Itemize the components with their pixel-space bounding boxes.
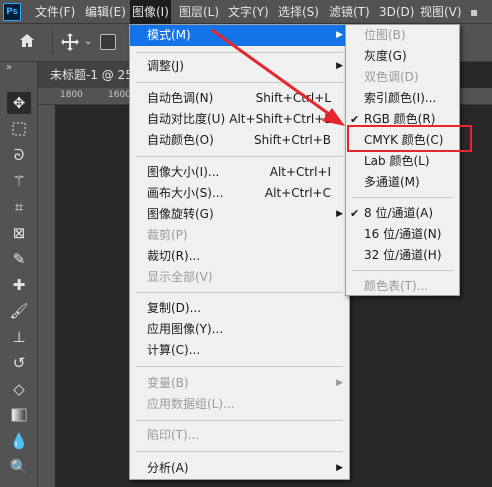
menu-item-mode[interactable]: 模式(M) ▶ xyxy=(130,25,349,46)
menu-item-calculations[interactable]: 计算(C)... xyxy=(130,340,349,361)
ruler-tick: 1800 xyxy=(60,90,83,100)
menu-type[interactable]: 文字(Y) xyxy=(228,0,269,24)
mode-item-duotone: 双色调(D) xyxy=(364,70,419,84)
menu-layer[interactable]: 图层(L) xyxy=(179,0,219,24)
gradient-tool-icon[interactable] xyxy=(7,404,31,426)
home-icon[interactable] xyxy=(18,32,36,53)
menu-item-crop: 裁剪(P) xyxy=(147,228,188,242)
mode-item-indexed-color[interactable]: 索引颜色(I)... xyxy=(346,88,459,109)
history-brush-icon[interactable]: ↺ xyxy=(7,352,31,374)
menu-item-variables: 变量(B) ▶ xyxy=(130,373,349,394)
marquee-tool-icon[interactable] xyxy=(7,118,31,140)
mode-item-16bit[interactable]: 16 位/通道(N) xyxy=(346,224,459,245)
menu-item-adjust[interactable]: 调整(J) ▶ xyxy=(130,56,349,77)
separator xyxy=(136,420,343,421)
menu-select[interactable]: 选择(S) xyxy=(278,0,319,24)
menu-edit[interactable]: 编辑(E) xyxy=(85,0,126,24)
submenu-arrow-icon: ▶ xyxy=(336,463,343,473)
annotation-highlight-box xyxy=(347,125,472,152)
menu-item-trim[interactable]: 裁切(R)... xyxy=(130,246,349,267)
submenu-arrow-icon: ▶ xyxy=(336,30,343,40)
submenu-arrow-icon: ▶ xyxy=(336,378,343,388)
separator xyxy=(352,197,453,198)
separator xyxy=(136,156,343,157)
menu-item-apply-image[interactable]: 应用图像(Y)... xyxy=(130,319,349,340)
divider xyxy=(52,30,53,54)
photoshop-logo: Ps xyxy=(3,3,21,21)
menu-item-duplicate[interactable]: 复制(D)... xyxy=(130,298,349,319)
chevron-down-icon[interactable]: ⌄ xyxy=(84,36,92,47)
separator xyxy=(136,451,343,452)
move-tool-icon[interactable]: ✥ xyxy=(7,92,31,114)
lasso-tool-icon[interactable]: ᘐ xyxy=(7,144,31,166)
brush-tool-icon[interactable]: 🖌 xyxy=(7,300,31,322)
menu-filter[interactable]: 滤镜(T) xyxy=(329,0,370,24)
move-tool-icon[interactable] xyxy=(60,32,80,55)
menu-view[interactable]: 视图(V) xyxy=(420,0,462,24)
collapse-panel-icon[interactable]: » xyxy=(6,62,12,73)
menu-item-apply-data-set: 应用数据组(L)... xyxy=(147,397,235,411)
menu-item-reveal-all: 显示全部(V) xyxy=(147,270,213,284)
menu-item-image-size[interactable]: 图像大小(I)... Alt+Ctrl+I xyxy=(130,162,349,183)
healing-brush-icon[interactable]: ✚ xyxy=(7,274,31,296)
separator xyxy=(136,82,343,83)
vertical-ruler xyxy=(38,105,55,487)
dodge-tool-icon[interactable]: 🔍 xyxy=(7,456,31,478)
menu-item-auto-tone[interactable]: 自动色调(N) Shift+Ctrl+L xyxy=(130,88,349,109)
eraser-icon[interactable]: ◇ xyxy=(7,378,31,400)
mode-item-grayscale[interactable]: 灰度(G) xyxy=(346,46,459,67)
mode-submenu: 位图(B) 灰度(G) 双色调(D) 索引颜色(I)... ✔ RGB 颜色(R)… xyxy=(345,24,460,296)
ruler-tick: 1600 xyxy=(108,90,131,100)
magic-wand-icon[interactable]: ⚚ xyxy=(7,170,31,192)
blur-tool-icon[interactable]: 💧 xyxy=(7,430,31,452)
image-menu-dropdown: 模式(M) ▶ 调整(J) ▶ 自动色调(N) Shift+Ctrl+L 自动对比度(… xyxy=(129,24,350,480)
menu-item-auto-color[interactable]: 自动颜色(O) Shift+Ctrl+B xyxy=(130,130,349,151)
crop-tool-icon[interactable]: ⌗ xyxy=(7,196,31,218)
frame-tool-icon[interactable]: ⊠ xyxy=(7,222,31,244)
mode-item-bitmap: 位图(B) xyxy=(364,28,406,42)
mode-item-color-table: 颜色表(T)... xyxy=(364,279,429,293)
menu-item-auto-contrast[interactable]: 自动对比度(U) Alt+Shift+Ctrl+L xyxy=(130,109,349,130)
menu-item-image-rotation[interactable]: 图像旋转(G) ▶ xyxy=(130,204,349,225)
submenu-arrow-icon: ▶ xyxy=(336,209,343,219)
separator xyxy=(136,366,343,367)
mode-item-multichannel[interactable]: 多通道(M) xyxy=(346,172,459,193)
menu-item-analysis[interactable]: 分析(A) ▶ xyxy=(130,458,349,479)
menu-overflow[interactable]: ▪ xyxy=(470,0,478,24)
menu-image[interactable]: 图像(I) xyxy=(130,0,171,24)
menu-file[interactable]: 文件(F) xyxy=(35,0,75,24)
checkmark-icon: ✔ xyxy=(350,207,360,220)
auto-select-checkbox[interactable] xyxy=(100,34,116,50)
mode-item-32bit[interactable]: 32 位/通道(H) xyxy=(346,245,459,266)
separator xyxy=(352,270,453,271)
clone-stamp-icon[interactable]: ⊥ xyxy=(7,326,31,348)
eyedropper-icon[interactable]: ✎ xyxy=(7,248,31,270)
separator xyxy=(136,292,343,293)
separator xyxy=(136,52,343,53)
tools-panel: » ✥ ᘐ ⚚ ⌗ ⊠ ✎ ✚ 🖌 ⊥ ↺ ◇ 💧 🔍 xyxy=(0,62,38,487)
document-tab[interactable]: 未标题-1 @ 25 xyxy=(38,62,130,88)
submenu-arrow-icon: ▶ xyxy=(336,61,343,71)
mode-item-8bit[interactable]: ✔ 8 位/通道(A) xyxy=(346,203,459,224)
menu-item-canvas-size[interactable]: 画布大小(S)... Alt+Ctrl+C xyxy=(130,183,349,204)
menu-item-trap: 陷印(T)... xyxy=(147,428,200,442)
mode-item-lab-color[interactable]: Lab 颜色(L) xyxy=(346,151,459,172)
menu-3d[interactable]: 3D(D) xyxy=(379,0,414,24)
menu-bar: Ps 文件(F) 编辑(E) 图像(I) 图层(L) 文字(Y) 选择(S) 滤… xyxy=(0,0,492,24)
